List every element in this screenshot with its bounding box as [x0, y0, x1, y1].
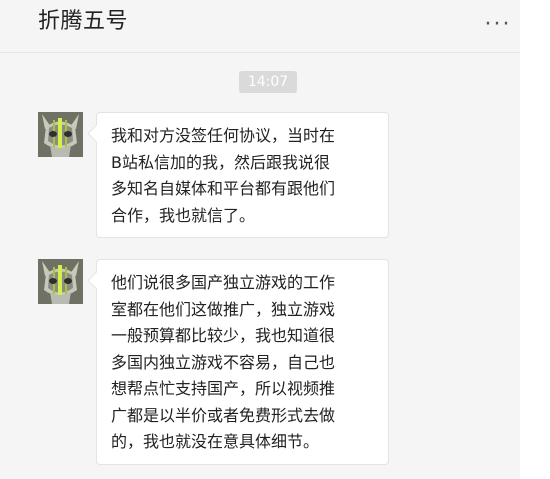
chat-window: 折腾五号 ··· 14:07 我和对方没签任何协议，当时在 B站私信加的我，然后…	[0, 0, 520, 479]
message-time: 14:07	[239, 71, 297, 93]
message-bubble[interactable]: 他们说很多国产独立游戏的工作 室都在他们这做推广，独立游戏 一般预算都比较少，我…	[96, 259, 389, 465]
message-bubble[interactable]: 我和对方没签任何协议，当时在 B站私信加的我，然后跟我说很 多知名自媒体和平台都…	[96, 112, 389, 238]
contact-name: 折腾五号	[38, 9, 129, 34]
cat-avatar-icon[interactable]	[38, 259, 83, 304]
chat-header: 折腾五号 ···	[0, 0, 520, 53]
more-options-button[interactable]: ···	[478, 10, 518, 40]
cat-avatar-icon[interactable]	[38, 112, 83, 157]
more-icon: ···	[484, 12, 512, 37]
